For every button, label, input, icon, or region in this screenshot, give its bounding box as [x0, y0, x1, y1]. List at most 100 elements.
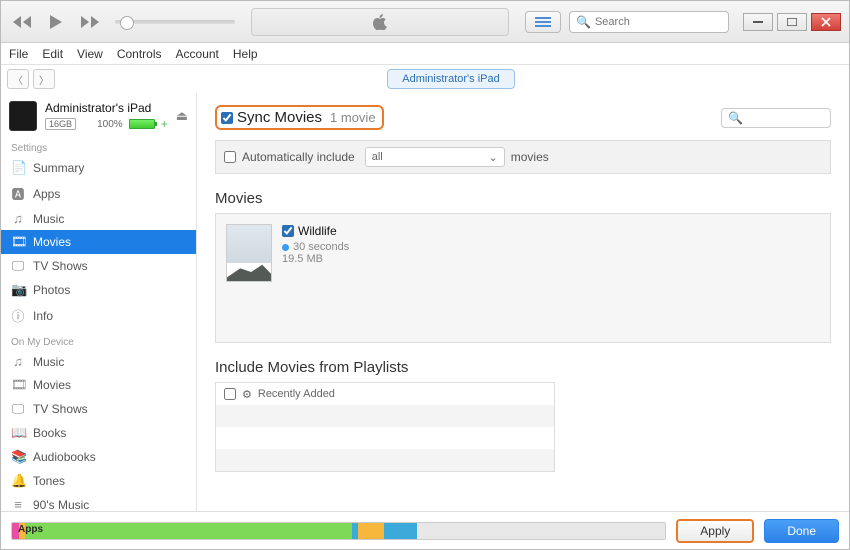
apply-button[interactable]: Apply — [676, 519, 754, 543]
movie-checkbox[interactable] — [282, 225, 294, 237]
titlebar: 🔍 — [1, 1, 849, 43]
sidebar-item-label: TV Shows — [33, 402, 88, 416]
playlist-row-empty — [216, 449, 554, 471]
done-button[interactable]: Done — [764, 519, 839, 543]
sidebar-device-header[interactable]: Administrator's iPad 16GB 100% + ⏏ — [1, 97, 196, 135]
play-button[interactable] — [43, 11, 69, 33]
main-content: Sync Movies 1 movie 🔍 Automatically incl… — [197, 93, 849, 511]
movie-thumbnail[interactable] — [226, 224, 272, 282]
eject-icon[interactable]: ⏏ — [176, 108, 188, 124]
forward-button[interactable] — [77, 11, 103, 33]
sidebar-item-audiobooks[interactable]: 📚Audiobooks — [1, 445, 196, 469]
forward-nav-button[interactable]: 〉 — [33, 69, 55, 89]
movie-title: Wildlife — [298, 224, 337, 238]
sidebar-item-label: Tones — [33, 474, 65, 488]
breadcrumb-pill[interactable]: Administrator's iPad — [387, 69, 514, 89]
movies-icon: 🎞 — [11, 377, 25, 393]
sidebar-item-label: Movies — [33, 378, 71, 392]
menu-account[interactable]: Account — [176, 47, 219, 61]
volume-slider[interactable] — [115, 20, 235, 24]
search-input[interactable] — [595, 16, 722, 28]
playlists-section-title: Include Movies from Playlists — [215, 359, 831, 376]
auto-include-checkbox[interactable] — [224, 151, 236, 163]
sidebar: Administrator's iPad 16GB 100% + ⏏ Setti… — [1, 93, 197, 511]
sidebar-item-music[interactable]: ♫Music — [1, 207, 196, 230]
sidebar-group-settings: Settings — [1, 135, 196, 156]
playlist-row[interactable]: ⚙ Recently Added — [216, 383, 554, 405]
window-buttons — [743, 13, 841, 31]
auto-include-suffix: movies — [511, 150, 549, 164]
movie-title-row[interactable]: Wildlife — [282, 224, 349, 238]
maximize-button[interactable] — [777, 13, 807, 31]
sync-movies-checkbox[interactable] — [221, 112, 233, 124]
movies-list: Wildlife 30 seconds 19.5 MB — [215, 213, 831, 343]
tv-icon: 🖵 — [11, 258, 25, 274]
movies-search[interactable]: 🔍 — [721, 108, 831, 128]
sidebar-item-label: Photos — [33, 283, 70, 297]
rewind-button[interactable] — [9, 11, 35, 33]
sidebar-item-label: Summary — [33, 161, 84, 175]
apple-logo-icon — [373, 14, 387, 30]
storage-bar[interactable]: Apps — [11, 522, 666, 540]
movie-size: 19.5 MB — [282, 253, 349, 265]
close-button[interactable] — [811, 13, 841, 31]
lcd-display — [251, 8, 509, 36]
device-name: Administrator's iPad — [45, 101, 168, 115]
sync-movies-label: Sync Movies — [237, 109, 322, 126]
menu-controls[interactable]: Controls — [117, 47, 162, 61]
sidebar-item-apps[interactable]: 🅰Apps — [1, 180, 196, 207]
menubar: File Edit View Controls Account Help — [1, 43, 849, 65]
sidebar-item-label: Music — [33, 355, 64, 369]
audiobooks-icon: 📚 — [11, 449, 25, 465]
movies-icon: 🎞 — [11, 234, 25, 250]
menu-view[interactable]: View — [77, 47, 103, 61]
menu-file[interactable]: File — [9, 47, 28, 61]
music-icon: ♫ — [11, 211, 25, 226]
sidebar-item-music2[interactable]: ♫Music — [1, 350, 196, 373]
playlists-list: ⚙ Recently Added — [215, 382, 555, 472]
playlist-icon: ≡ — [11, 497, 25, 511]
sidebar-item-playlist[interactable]: ≡90's Music — [1, 493, 196, 511]
playlist-name: Recently Added — [258, 388, 335, 400]
sidebar-item-summary[interactable]: 📄 Summary — [1, 156, 196, 180]
battery-icon — [129, 119, 155, 129]
sidebar-item-photos[interactable]: 📷 Photos — [1, 278, 196, 302]
sidebar-item-tvshows2[interactable]: 🖵 TV Shows — [1, 397, 196, 421]
tv-icon: 🖵 — [11, 401, 25, 417]
unwatched-dot-icon — [282, 244, 289, 251]
movies-section-title: Movies — [215, 190, 831, 207]
menu-edit[interactable]: Edit — [42, 47, 63, 61]
sidebar-item-movies[interactable]: 🎞Movies — [1, 230, 196, 254]
storage-label: Apps — [18, 524, 43, 535]
sidebar-item-info[interactable]: ⓘInfo — [1, 302, 196, 329]
auto-include-row: Automatically include all ⌄ movies — [215, 140, 831, 174]
device-capacity: 16GB — [45, 118, 76, 130]
sync-movies-highlight: Sync Movies 1 movie — [215, 105, 384, 130]
sidebar-item-tvshows[interactable]: 🖵TV Shows — [1, 254, 196, 278]
playlist-checkbox[interactable] — [224, 388, 236, 400]
doc-icon: 📄 — [11, 160, 25, 176]
search-icon: 🔍 — [728, 111, 743, 125]
back-button[interactable]: 〈 — [7, 69, 29, 89]
apps-icon: 🅰 — [11, 184, 25, 203]
minimize-button[interactable] — [743, 13, 773, 31]
tones-icon: 🔔 — [11, 473, 25, 489]
search-icon: 🔍 — [576, 15, 591, 29]
gear-icon: ⚙ — [242, 388, 252, 401]
menu-help[interactable]: Help — [233, 47, 258, 61]
search-box[interactable]: 🔍 — [569, 11, 729, 33]
storage-seg — [25, 523, 352, 539]
sidebar-item-movies2[interactable]: 🎞 Movies — [1, 373, 196, 397]
storage-seg — [417, 523, 665, 539]
dropdown-value: all — [372, 151, 383, 163]
sidebar-item-books[interactable]: 📖Books — [1, 421, 196, 445]
movie-duration: 30 seconds — [293, 241, 349, 253]
photos-icon: 📷 — [11, 282, 25, 298]
sidebar-item-tones[interactable]: 🔔 Tones — [1, 469, 196, 493]
view-mode-button[interactable] — [525, 11, 561, 33]
sidebar-item-label: Books — [33, 426, 66, 440]
storage-seg — [358, 523, 384, 539]
auto-include-dropdown[interactable]: all ⌄ — [365, 147, 505, 167]
chevron-down-icon: ⌄ — [489, 151, 498, 164]
device-thumb-icon — [9, 101, 37, 131]
